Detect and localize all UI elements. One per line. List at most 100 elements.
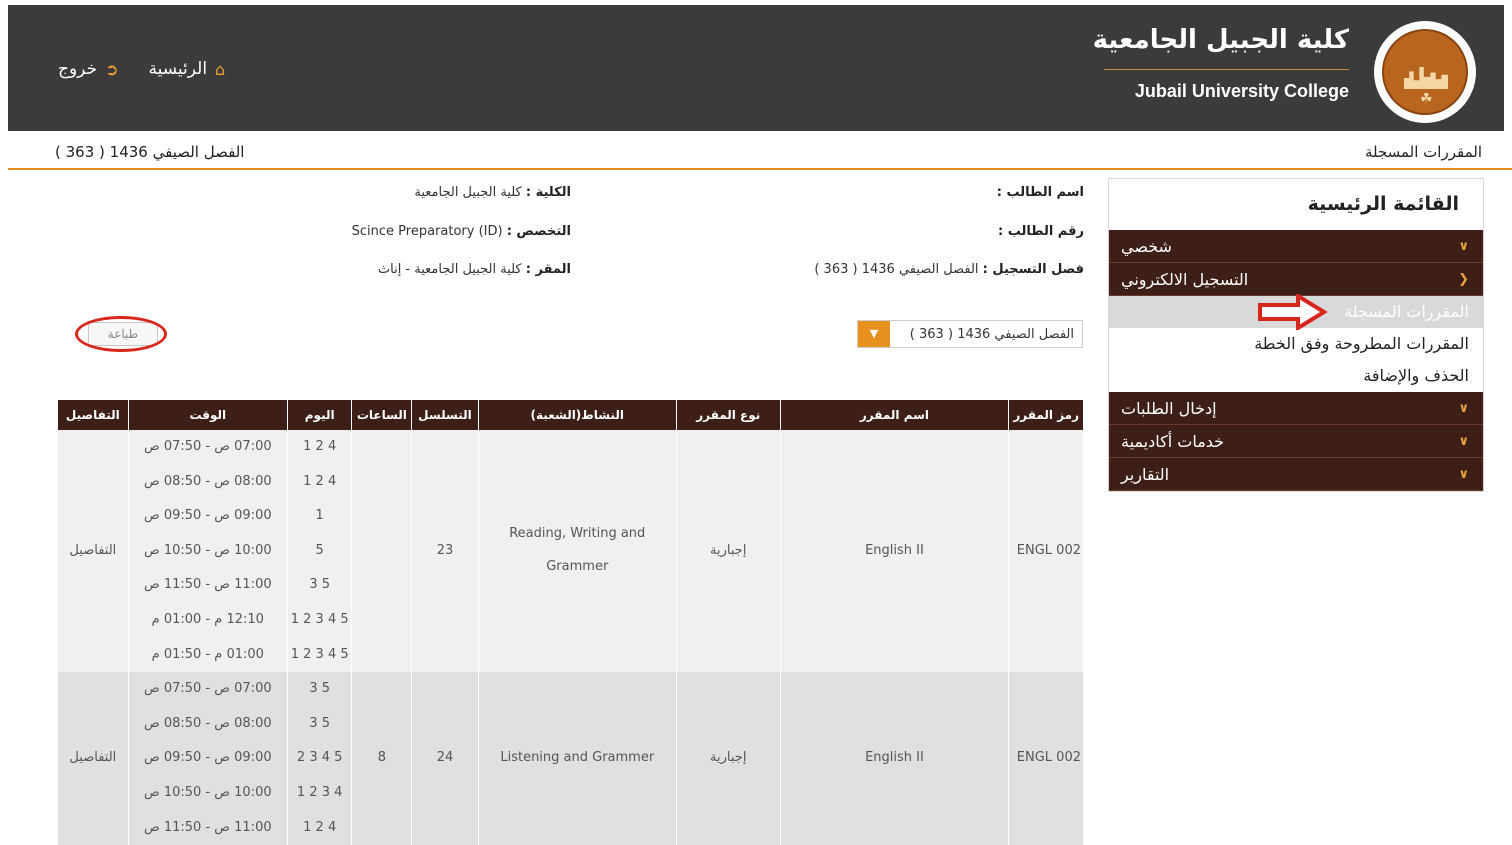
col-activity: النشاط(الشعبة) [477, 400, 677, 430]
course-hours: 8 [351, 672, 412, 845]
schedule-day: 5 4 3 2 [286, 741, 352, 776]
major-row: التخصص : Scince Preparatory (ID) [352, 224, 571, 239]
menu-academic-services[interactable]: خدمات أكاديمية ∨ [1109, 425, 1483, 458]
schedule-day: 4 2 1 [286, 464, 352, 500]
course-type: إجبارية [675, 430, 781, 673]
schedule-day: 5 [286, 533, 352, 569]
course-sequence: 24 [411, 672, 479, 845]
schedule-day: 1 [286, 499, 352, 534]
schedule-time: 11:00 ص - 11:50 ص [127, 810, 288, 845]
semester-select[interactable]: ▼ الفصل الصيفي 1436 ( 363 ) [857, 320, 1083, 348]
col-course-code: رمز المقرر [1008, 400, 1083, 430]
table-row: ENGL 002 English II إجبارية Listening an… [57, 672, 1083, 845]
schedule-time: 10:00 ص - 10:50 ص [127, 775, 288, 811]
campus-label: المقر : [525, 262, 571, 277]
col-day: اليوم [286, 400, 352, 430]
current-semester: الفصل الصيفي 1436 ( 363 ) [55, 143, 245, 161]
col-course-type: نوع المقرر [675, 400, 781, 430]
details-link[interactable]: التفاصيل [57, 672, 129, 845]
top-nav: ⌂ الرئيسية ➲ خروج [58, 59, 225, 79]
schedule-time: 12:10 م - 01:00 م [127, 602, 288, 638]
student-name-label: اسم الطالب : [996, 185, 1084, 200]
schedule-time: 08:00 ص - 08:50 ص [127, 706, 288, 742]
menu-reports[interactable]: التقارير ∨ [1109, 458, 1483, 491]
major-label: التخصص : [506, 224, 571, 239]
registered-courses-table: رمز المقرر اسم المقرر نوع المقرر النشاط(… [57, 400, 1083, 845]
col-sequence: التسلسل [411, 400, 479, 430]
college-value: كلية الجبيل الجامعية [414, 185, 522, 200]
student-id-label: رقم الطالب : [998, 224, 1084, 239]
schedule-day: 5 3 [286, 672, 352, 707]
student-name-row: اسم الطالب : [997, 185, 1084, 200]
home-icon: ⌂ [215, 59, 226, 79]
major-value: Scince Preparatory (ID) [351, 224, 503, 239]
details-link[interactable]: التفاصيل [57, 430, 129, 673]
menu-e-registration[interactable]: التسجيل الالكتروني ❯ [1109, 263, 1483, 296]
col-hours: الساعات [351, 400, 412, 430]
schedule-time: 01:00 م - 01:50 م [127, 637, 288, 673]
chevron-down-icon: ∨ [1458, 433, 1469, 449]
schedule-day: 5 4 3 2 1 [286, 602, 352, 638]
schedule-day: 4 2 1 [286, 810, 352, 845]
annotation-arrow-icon [1258, 294, 1328, 330]
course-type: إجبارية [675, 672, 781, 845]
logout-icon: ➲ [105, 59, 119, 79]
main-menu: القائمة الرئيسية شخصي ∨ التسجيل الالكترو… [1108, 178, 1484, 492]
college-row: الكلية : كلية الجبيل الجامعية [414, 185, 571, 200]
course-name: English II [779, 430, 1009, 673]
registration-term-row: فصل التسجيل : الفصل الصيفي 1436 ( 363 ) [814, 262, 1084, 277]
col-course-name: اسم المقرر [779, 400, 1009, 430]
menu-personal[interactable]: شخصي ∨ [1109, 230, 1483, 263]
menu-requests[interactable]: إدخال الطلبات ∨ [1109, 392, 1483, 425]
home-label: الرئيسية [148, 59, 208, 79]
logout-label: خروج [58, 59, 98, 79]
col-details: التفاصيل [57, 400, 129, 430]
sub-header: المقررات المسجلة الفصل الصيفي 1436 ( 363… [0, 140, 1512, 168]
course-hours [351, 430, 412, 673]
schedule-time: 09:00 ص - 09:50 ص [127, 741, 288, 776]
college-logo: ☘ [1374, 21, 1476, 123]
schedule-day: 5 3 [286, 706, 352, 742]
schedule-time: 11:00 ص - 11:50 ص [127, 568, 288, 603]
table-header-row: رمز المقرر اسم المقرر نوع المقرر النشاط(… [57, 400, 1083, 430]
campus-row: المقر : كلية الجبيل الجامعية - إناث [378, 262, 571, 277]
course-name: English II [779, 672, 1009, 845]
brand-divider [1104, 69, 1349, 70]
schedule-time: 09:00 ص - 09:50 ص [127, 499, 288, 534]
chevron-down-icon: ∨ [1458, 466, 1469, 482]
logout-link[interactable]: ➲ خروج [58, 59, 118, 79]
header-bar: ⌂ الرئيسية ➲ خروج كلية الجبيل الجامعية J… [8, 5, 1504, 131]
table-row: ENGL 002 English II إجبارية Reading, Wri… [57, 430, 1083, 673]
chevron-down-icon: ∨ [1458, 400, 1469, 416]
student-id-row: رقم الطالب : [998, 224, 1084, 239]
menu-reports-label: التقارير [1121, 464, 1170, 484]
caret-down-icon: ▼ [858, 321, 890, 347]
menu-drop-add[interactable]: الحذف والإضافة [1109, 360, 1483, 392]
college-name-ar: كلية الجبيل الجامعية [1092, 25, 1349, 55]
schedule-day: 4 3 2 1 [286, 775, 352, 811]
menu-requests-label: إدخال الطلبات [1121, 398, 1217, 418]
course-sequence: 23 [411, 430, 479, 673]
campus-value: كلية الجبيل الجامعية - إناث [377, 262, 522, 277]
schedule-day: 5 4 3 2 1 [286, 637, 352, 673]
chevron-right-icon: ❯ [1458, 271, 1469, 287]
schedule-time: 07:00 ص - 07:50 ص [127, 672, 288, 707]
home-link[interactable]: ⌂ الرئيسية [148, 59, 225, 79]
course-activity: Reading, Writing and Grammer [477, 430, 677, 673]
menu-academic-services-label: خدمات أكاديمية [1121, 431, 1225, 451]
college-label: الكلية : [525, 185, 571, 200]
accent-divider [8, 168, 1512, 170]
menu-e-registration-label: التسجيل الالكتروني [1121, 269, 1249, 289]
chevron-down-icon: ∨ [1458, 238, 1469, 254]
menu-personal-label: شخصي [1121, 236, 1172, 256]
annotation-circle [75, 316, 167, 352]
menu-offered-courses[interactable]: المقررات المطروحة وفق الخطة [1109, 328, 1483, 360]
col-time: الوقت [127, 400, 288, 430]
main-menu-title: القائمة الرئيسية [1307, 193, 1459, 215]
schedule-day: 4 2 1 [286, 430, 352, 465]
semester-select-value: الفصل الصيفي 1436 ( 363 ) [909, 327, 1074, 342]
page-title: المقررات المسجلة [1364, 143, 1482, 161]
course-code: ENGL 002 [1008, 672, 1083, 845]
schedule-time: 08:00 ص - 08:50 ص [127, 464, 288, 500]
course-activity: Listening and Grammer [477, 672, 677, 845]
